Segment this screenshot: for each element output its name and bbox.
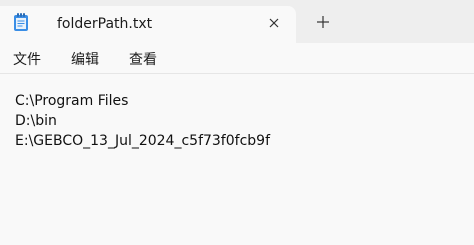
notepad-window: folderPath.txt 文件 编辑 查看 C:\Program Files… [0,0,474,245]
menu-edit[interactable]: 编辑 [71,47,99,71]
tab-title: folderPath.txt [57,16,153,32]
notepad-icon [13,12,29,32]
editor-line: D:\bin [15,113,57,129]
editor-line: E:\GEBCO_13_Jul_2024_c5f73f0fcb9f [15,133,270,149]
menu-file[interactable]: 文件 [13,47,41,71]
plus-icon[interactable] [311,10,335,34]
text-editor[interactable]: C:\Program Files D:\bin E:\GEBCO_13_Jul_… [0,74,474,245]
close-icon[interactable] [262,11,286,35]
menu-bar: 文件 编辑 查看 [0,43,474,74]
editor-line: C:\Program Files [15,93,129,109]
tab-bar: folderPath.txt [0,0,474,43]
menu-view[interactable]: 查看 [129,47,157,71]
file-tab[interactable]: folderPath.txt [0,6,296,43]
